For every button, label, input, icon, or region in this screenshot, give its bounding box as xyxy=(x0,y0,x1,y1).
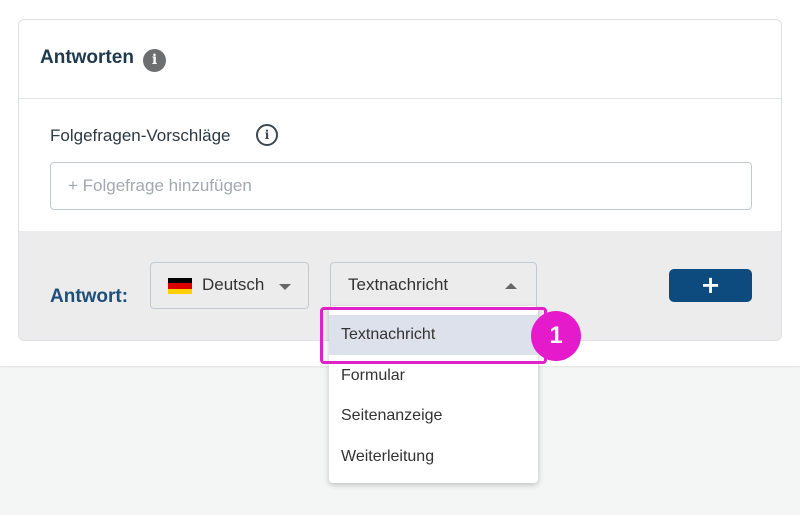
followup-label: Folgefragen-Vorschläge xyxy=(50,126,231,145)
answer-label: Antwort: xyxy=(50,286,129,307)
answers-panel: Antworten i Folgefragen-Vorschläge i Ant… xyxy=(18,19,782,341)
add-answer-button[interactable]: + xyxy=(669,269,752,302)
dropdown-item-weiterleitung[interactable]: Weiterleitung xyxy=(329,437,538,477)
dropdown-item-seitenanzeige[interactable]: Seitenanzeige xyxy=(329,396,538,436)
panel-header: Antworten i xyxy=(19,20,781,99)
answer-type-select[interactable]: Textnachricht xyxy=(330,262,537,309)
step-badge: 1 xyxy=(531,311,581,361)
panel-title: Antworten xyxy=(40,47,134,68)
language-select-value: Deutsch xyxy=(202,275,265,294)
followup-input[interactable] xyxy=(50,162,752,210)
highlight-annotation xyxy=(320,307,547,364)
germany-flag-icon xyxy=(168,278,192,294)
chevron-down-icon xyxy=(279,284,291,290)
answer-type-value: Textnachricht xyxy=(348,275,449,294)
info-filled-icon[interactable]: i xyxy=(143,49,166,72)
info-outline-icon[interactable]: i xyxy=(256,124,278,146)
language-select[interactable]: Deutsch xyxy=(150,262,309,309)
chevron-up-icon xyxy=(505,283,517,289)
